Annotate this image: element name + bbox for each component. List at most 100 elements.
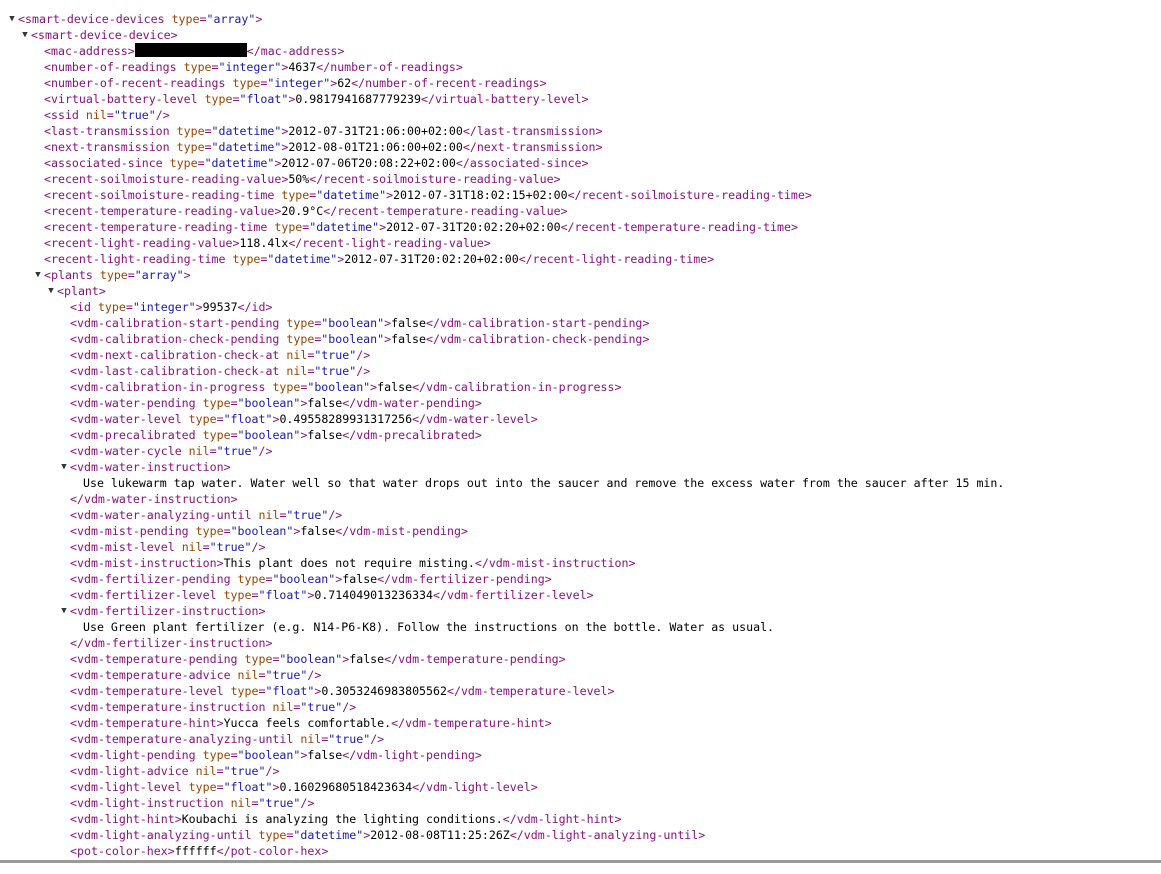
element-value: 118.4lx — [239, 236, 288, 250]
attr-eq: = — [217, 764, 224, 778]
tag-punct: </ — [503, 812, 517, 826]
tag-punct: < — [44, 108, 51, 122]
tag-punct: < — [44, 60, 51, 74]
xml-line: <recent-temperature-reading-time type="d… — [0, 219, 1161, 235]
tag-name: vdm-water-pending — [356, 396, 475, 410]
xml-line: <ssid nil="true"/> — [0, 107, 1161, 123]
element-value: 99537 — [203, 300, 238, 314]
tag-punct: > — [475, 396, 482, 410]
tag-name: vdm-last-calibration-check-at — [77, 364, 279, 378]
tag-punct: < — [70, 460, 77, 474]
attr-value: "boolean" — [238, 396, 301, 410]
collapse-triangle-icon[interactable]: ▼ — [7, 11, 17, 27]
xml-line[interactable]: ▼<smart-device-devices type="array"> — [0, 11, 1161, 27]
attr-eq: = — [231, 748, 238, 762]
tag-punct: /> — [307, 668, 321, 682]
tag-punct: > — [255, 12, 262, 26]
tag-name: vdm-light-hint — [77, 812, 175, 826]
tag-name: vdm-calibration-check-pending — [440, 332, 642, 346]
attr-value: "boolean" — [238, 748, 301, 762]
attr-eq: = — [210, 444, 217, 458]
tag-punct: < — [44, 44, 51, 58]
xml-line[interactable]: ▼<plants type="array"> — [0, 267, 1161, 283]
xml-line[interactable]: ▼<smart-device-device> — [0, 27, 1161, 43]
attr-name: type — [172, 12, 200, 26]
tag-punct: </ — [217, 844, 231, 858]
element-value: 0.49558289931317256 — [279, 412, 412, 426]
element-value: 62 — [337, 76, 351, 90]
attr-value: "array" — [206, 12, 255, 26]
tag-name: recent-light-reading-value — [302, 236, 483, 250]
tag-punct: < — [70, 572, 77, 586]
tag-punct: < — [70, 604, 77, 618]
tag-punct: < — [44, 156, 51, 170]
tag-punct: /> — [342, 700, 356, 714]
attr-name: type — [258, 828, 286, 842]
tag-punct: > — [707, 252, 714, 266]
xml-line: <vdm-precalibrated type="boolean">false<… — [0, 427, 1161, 443]
tag-name: associated-since — [51, 156, 163, 170]
tag-name: number-of-recent-readings — [51, 76, 226, 90]
tag-punct: < — [44, 252, 51, 266]
tag-name: vdm-light-analyzing-until — [77, 828, 252, 842]
attr-value: "true" — [217, 444, 259, 458]
tag-punct: </ — [561, 220, 575, 234]
collapse-triangle-icon[interactable]: ▼ — [59, 459, 69, 475]
tag-name: recent-soilmoisture-reading-value — [51, 172, 281, 186]
element-value: 20.9°C — [281, 204, 323, 218]
tag-name: vdm-fertilizer-instruction — [84, 636, 265, 650]
tag-punct: > — [582, 156, 589, 170]
tag-name: vdm-temperature-pending — [398, 652, 559, 666]
tag-punct: < — [70, 332, 77, 346]
tag-punct: </ — [426, 332, 440, 346]
element-value: 0.16029680518423634 — [279, 780, 412, 794]
tag-name: vdm-water-analyzing-until — [77, 508, 252, 522]
tag-name: recent-temperature-reading-time — [575, 220, 791, 234]
tag-punct: </ — [510, 828, 524, 842]
collapse-triangle-icon[interactable]: ▼ — [59, 603, 69, 619]
attr-value: "true" — [314, 364, 356, 378]
tag-name: recent-light-reading-value — [51, 236, 232, 250]
attr-eq: = — [198, 156, 205, 170]
tag-name: number-of-readings — [51, 60, 177, 74]
xml-line: <vdm-next-calibration-check-at nil="true… — [0, 347, 1161, 363]
element-value: Koubachi is analyzing the lighting condi… — [182, 812, 503, 826]
xml-line: Use lukewarm tap water. Water well so th… — [0, 475, 1161, 491]
attr-name: nil — [189, 444, 210, 458]
tag-punct: > — [128, 44, 135, 58]
tag-punct: < — [70, 780, 77, 794]
attr-name: type — [189, 780, 217, 794]
tag-name: vdm-light-advice — [77, 764, 189, 778]
tag-name: vdm-fertilizer-pending — [77, 572, 231, 586]
attr-name: type — [232, 76, 260, 90]
collapse-triangle-icon[interactable]: ▼ — [33, 267, 43, 283]
xml-line[interactable]: ▼<plant> — [0, 283, 1161, 299]
collapse-triangle-icon[interactable]: ▼ — [20, 27, 30, 43]
element-value: 2012-08-01T21:06:00+02:00 — [288, 140, 463, 154]
tag-punct: > — [559, 652, 566, 666]
tag-punct: </ — [384, 652, 398, 666]
attr-value: "boolean" — [238, 428, 301, 442]
attr-value: "true" — [114, 108, 156, 122]
tag-punct: </ — [342, 748, 356, 762]
tag-name: vdm-calibration-check-pending — [77, 332, 279, 346]
xml-line[interactable]: ▼<vdm-fertilizer-instruction> — [0, 603, 1161, 619]
tag-name: id — [77, 300, 91, 314]
attr-eq: = — [217, 412, 224, 426]
tag-punct: /> — [252, 540, 266, 554]
attr-name: type — [184, 60, 212, 74]
tag-punct: < — [70, 428, 77, 442]
tag-punct: < — [70, 796, 77, 810]
element-value: 2012-07-31T20:02:20+02:00 — [386, 220, 561, 234]
element-value: false — [349, 652, 384, 666]
tag-punct: > — [266, 300, 273, 314]
collapse-triangle-icon[interactable]: ▼ — [46, 283, 56, 299]
attr-value: "integer" — [267, 76, 330, 90]
attr-eq: = — [128, 268, 135, 282]
xml-line: </vdm-fertilizer-instruction> — [0, 635, 1161, 651]
xml-line[interactable]: ▼<vdm-water-instruction> — [0, 459, 1161, 475]
attr-name: nil — [238, 668, 259, 682]
xml-line: <vdm-calibration-start-pending type="boo… — [0, 315, 1161, 331]
attr-name: type — [203, 748, 231, 762]
tag-punct: </ — [351, 76, 365, 90]
